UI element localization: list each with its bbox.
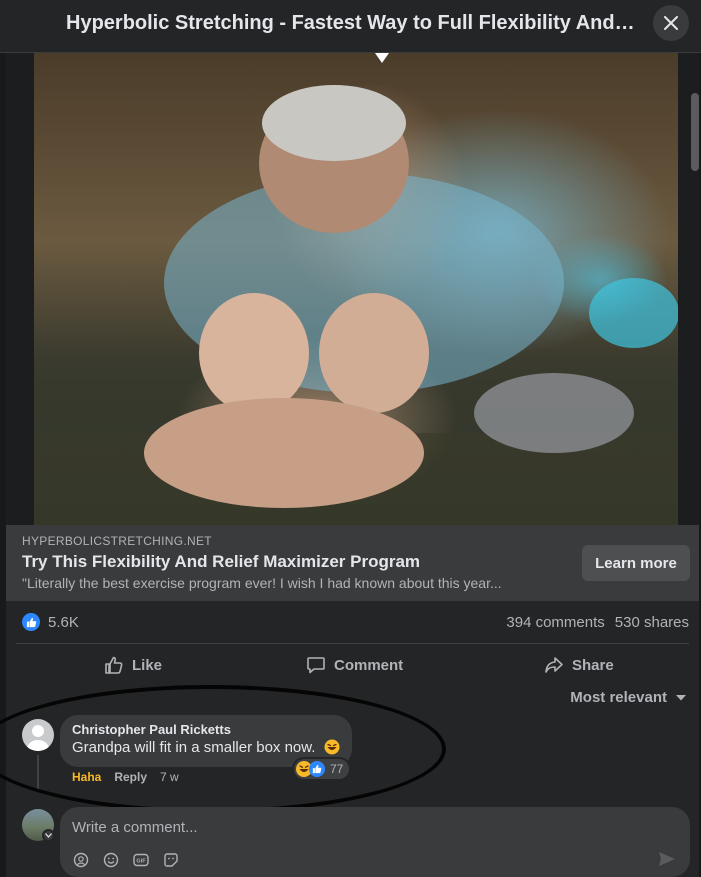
like-button[interactable]: Like [104, 647, 162, 683]
comment-author[interactable]: Christopher Paul Ricketts [72, 722, 340, 737]
post-title: Hyperbolic Stretching - Fastest Way to F… [66, 12, 636, 34]
gif-icon[interactable]: GIF [132, 851, 150, 869]
photo-illustration [34, 85, 678, 525]
comment-actions: Haha Reply 7 w [72, 770, 192, 784]
laughing-emoji-icon [324, 739, 340, 759]
comment-item: Christopher Paul Ricketts Grandpa will f… [6, 715, 699, 795]
comment-timestamp[interactable]: 7 w [160, 770, 179, 784]
avatar-icon [27, 725, 49, 751]
shares-count[interactable]: 530 shares [615, 614, 689, 631]
close-button[interactable] [653, 5, 689, 41]
thread-line [37, 755, 39, 791]
like-icon [105, 656, 123, 674]
sort-label: Most relevant [570, 689, 667, 706]
emoji-icon[interactable] [102, 851, 120, 869]
like-reaction-icon[interactable] [22, 613, 40, 631]
scrollbar[interactable] [691, 93, 699, 171]
link-description: "Literally the best exercise program eve… [22, 575, 502, 591]
link-domain: HYPERBOLICSTRETCHING.NET [22, 534, 212, 548]
comment-sort-dropdown[interactable]: Most relevant [570, 689, 687, 706]
comment-placeholder: Write a comment... [72, 819, 198, 836]
like-count[interactable]: 5.6K [48, 614, 79, 631]
ad-photo[interactable] [34, 53, 678, 525]
post-viewer-header: Hyperbolic Stretching - Fastest Way to F… [0, 0, 701, 53]
comments-count[interactable]: 394 comments [506, 614, 604, 631]
comment-input[interactable]: Write a comment... GIF [60, 807, 690, 877]
comment-button[interactable]: Comment [306, 647, 403, 683]
haha-reaction-button[interactable]: Haha [72, 770, 101, 784]
photo-area [6, 53, 699, 525]
share-label: Share [572, 656, 614, 674]
share-icon [545, 657, 563, 673]
like-reaction-small-icon [309, 761, 325, 777]
reply-button[interactable]: Reply [114, 770, 147, 784]
reaction-count: 77 [330, 762, 344, 776]
svg-text:GIF: GIF [136, 859, 146, 865]
profile-switch-chevron-icon[interactable] [42, 829, 55, 842]
post-stats: 5.6K 394 comments 530 shares [16, 601, 689, 644]
stats-right: 394 comments 530 shares [496, 614, 689, 631]
link-headline[interactable]: Try This Flexibility And Relief Maximize… [22, 552, 420, 572]
photo-indicator-icon [375, 53, 389, 63]
chevron-down-icon [676, 694, 686, 700]
avatar-sticker-icon[interactable] [72, 851, 90, 869]
learn-more-button[interactable]: Learn more [582, 545, 690, 581]
composer-tools: GIF [72, 851, 180, 869]
like-label: Like [132, 656, 163, 674]
post-actions: Like Comment Share [6, 647, 699, 683]
comment-composer: Write a comment... GIF [6, 803, 699, 877]
comment-icon [307, 657, 325, 674]
link-preview[interactable]: HYPERBOLICSTRETCHING.NET Try This Flexib… [6, 525, 699, 601]
send-icon[interactable] [658, 851, 676, 872]
close-icon [664, 16, 678, 30]
commenter-avatar[interactable] [22, 719, 54, 751]
comment-reactions[interactable]: 77 [294, 759, 350, 779]
comment-text: Grandpa will fit in a smaller box now. [72, 739, 316, 756]
sticker-icon[interactable] [162, 851, 180, 869]
post-card: HYPERBOLICSTRETCHING.NET Try This Flexib… [0, 53, 699, 877]
comment-label: Comment [334, 656, 404, 674]
share-button[interactable]: Share [544, 647, 614, 683]
comment-text-row: Grandpa will fit in a smaller box now. [72, 739, 340, 759]
